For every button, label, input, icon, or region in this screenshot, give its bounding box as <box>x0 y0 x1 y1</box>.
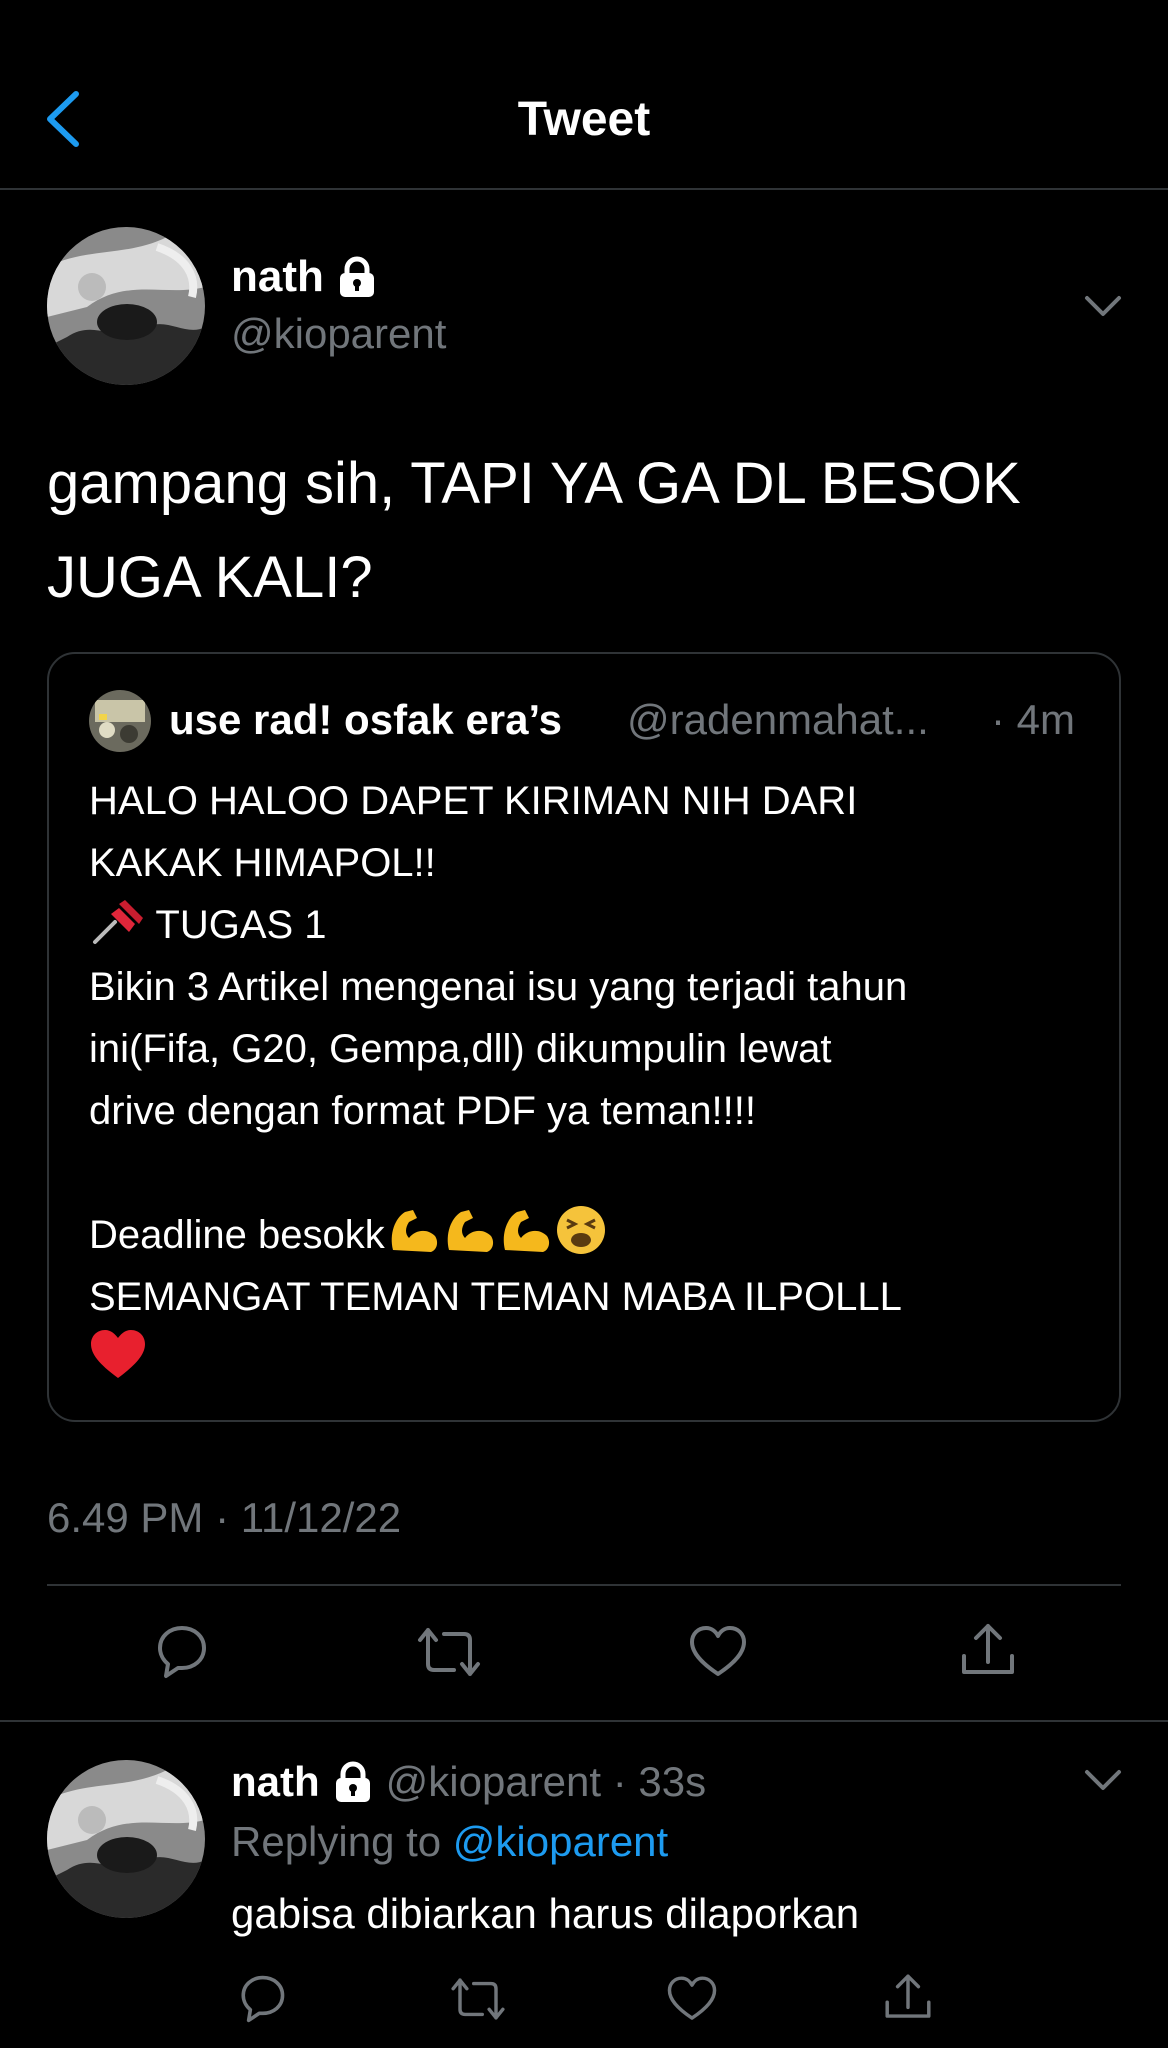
lock-icon <box>339 256 374 297</box>
reply-header: nath @kioparent · 33s <box>231 1758 706 1806</box>
retweet-icon <box>418 1628 480 1676</box>
reply-icon <box>241 1975 285 2023</box>
quoted-text: HALO HALOO DAPET KIRIMAN NIH DARI KAKAK … <box>89 770 1099 1390</box>
retweet-icon <box>451 1978 505 2020</box>
replying-to: Replying to @kioparent <box>231 1818 669 1865</box>
weary-face-icon <box>556 1206 605 1254</box>
pushpin-icon <box>93 900 143 944</box>
reply-author-name[interactable]: nath <box>231 1758 320 1806</box>
tweet-timestamp: 6.49 PM · 11/12/22 <box>47 1494 402 1541</box>
quoted-author-handle: @radenmahat... <box>627 696 929 743</box>
author-handle[interactable]: @kioparent <box>231 310 446 358</box>
share-icon <box>885 1974 931 2018</box>
tweet-detail-screen: Tweet nath @kioparent gampang sih, TAPI … <box>0 0 1168 2048</box>
flexed-biceps-icon <box>391 1210 437 1252</box>
avatar[interactable] <box>47 1760 205 1918</box>
more-options-button[interactable] <box>1083 294 1123 318</box>
flexed-biceps-icon <box>503 1210 549 1252</box>
quoted-avatar <box>89 690 151 752</box>
quoted-tweet[interactable]: use rad! osfak era’s @radenmahat... · 4m… <box>47 652 1121 1422</box>
mention-link[interactable]: @kioparent <box>453 1818 668 1865</box>
author-name[interactable]: nath <box>231 252 378 302</box>
page-title: Tweet <box>517 93 651 146</box>
reply-share-button[interactable] <box>882 1970 934 2024</box>
quoted-author-name: use rad! osfak era’s <box>169 696 562 743</box>
like-button[interactable] <box>688 1624 748 1680</box>
avatar[interactable] <box>47 227 205 385</box>
reply-text: gabisa dibiarkan harus dilaporkan <box>231 1890 860 1937</box>
chevron-down-icon <box>1085 1770 1121 1790</box>
lock-icon <box>335 1761 370 1802</box>
like-icon <box>667 1976 717 2020</box>
red-heart-icon <box>91 1330 145 1378</box>
reply-more-options-button[interactable] <box>1083 1768 1123 1792</box>
divider <box>0 1720 1168 1722</box>
reply-icon <box>158 1626 206 1678</box>
reply-meta: @kioparent · 33s <box>385 1758 707 1805</box>
reply-like-button[interactable] <box>666 1974 718 2024</box>
top-bar: Tweet <box>0 0 1168 190</box>
tweet-text: gampang sih, TAPI YA GA DL BESOK JUGA KA… <box>47 451 1021 610</box>
share-button[interactable] <box>958 1620 1018 1680</box>
divider <box>47 1584 1121 1586</box>
reply-button[interactable] <box>152 1624 210 1680</box>
flexed-biceps-icon <box>447 1210 493 1252</box>
reply-retweet-button[interactable] <box>448 1974 508 2024</box>
chevron-down-icon <box>1085 296 1121 316</box>
reply-reply-button[interactable] <box>236 1974 288 2024</box>
share-icon <box>962 1624 1014 1674</box>
quoted-time: · 4m <box>991 696 1075 743</box>
like-icon <box>690 1626 746 1676</box>
retweet-button[interactable] <box>414 1624 484 1680</box>
